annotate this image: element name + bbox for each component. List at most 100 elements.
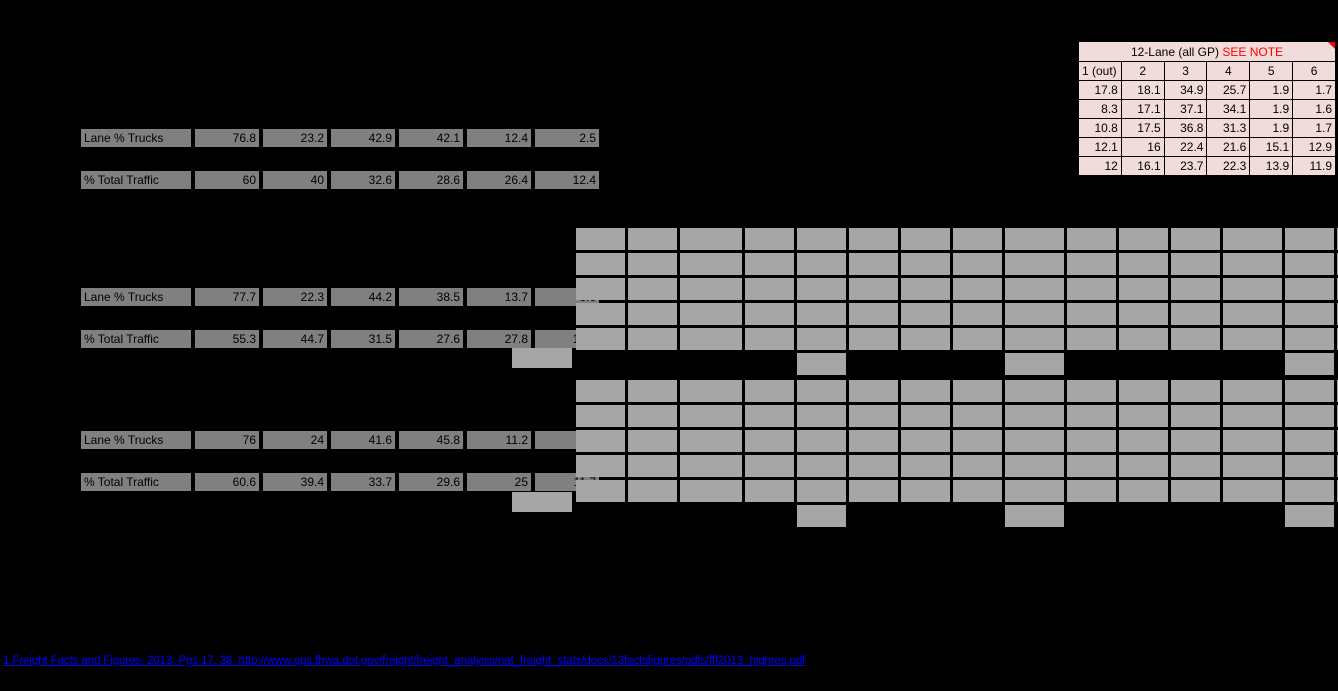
grid-cell[interactable] bbox=[901, 480, 950, 502]
grid-cell[interactable] bbox=[849, 303, 898, 325]
grid-cell[interactable] bbox=[797, 328, 846, 350]
grid-cell[interactable] bbox=[680, 405, 742, 427]
grid-cell[interactable] bbox=[1005, 253, 1064, 275]
grid-cell[interactable] bbox=[1223, 278, 1282, 300]
grid-cell-partial[interactable] bbox=[797, 353, 846, 375]
grid-cell-partial[interactable] bbox=[1005, 505, 1064, 527]
grid-cell[interactable] bbox=[901, 278, 950, 300]
grid-cell[interactable] bbox=[680, 455, 742, 477]
grid-cell[interactable] bbox=[576, 303, 625, 325]
grid-cell[interactable] bbox=[745, 253, 794, 275]
grid-cell[interactable] bbox=[745, 303, 794, 325]
grid-cell[interactable] bbox=[1005, 380, 1064, 402]
grid-cell[interactable] bbox=[1005, 480, 1064, 502]
grid-cell[interactable] bbox=[849, 430, 898, 452]
grid-cell[interactable] bbox=[797, 278, 846, 300]
grid-cell[interactable] bbox=[1171, 328, 1220, 350]
grid-cell[interactable] bbox=[797, 455, 846, 477]
grid-cell[interactable] bbox=[849, 480, 898, 502]
grid-cell[interactable] bbox=[1005, 430, 1064, 452]
grid-cell[interactable] bbox=[849, 455, 898, 477]
grid-cell[interactable] bbox=[628, 430, 677, 452]
grid-cell[interactable] bbox=[1223, 430, 1282, 452]
grid-cell[interactable] bbox=[745, 480, 794, 502]
grid-cell[interactable] bbox=[628, 328, 677, 350]
grid-cell[interactable] bbox=[745, 228, 794, 250]
grid-cell[interactable] bbox=[576, 328, 625, 350]
grid-cell[interactable] bbox=[953, 380, 1002, 402]
grid-cell[interactable] bbox=[1005, 455, 1064, 477]
grid-cell[interactable] bbox=[1119, 430, 1168, 452]
grid-cell[interactable] bbox=[1119, 253, 1168, 275]
grid-cell-partial[interactable] bbox=[1005, 353, 1064, 375]
grid-cell[interactable] bbox=[745, 455, 794, 477]
grid-cell[interactable] bbox=[628, 380, 677, 402]
grid-cell[interactable] bbox=[1067, 303, 1116, 325]
grid-cell[interactable] bbox=[953, 278, 1002, 300]
grid-cell[interactable] bbox=[1005, 228, 1064, 250]
grid-cell[interactable] bbox=[628, 303, 677, 325]
grid-cell[interactable] bbox=[1005, 328, 1064, 350]
grid-cell[interactable] bbox=[901, 253, 950, 275]
grid-cell[interactable] bbox=[1285, 480, 1334, 502]
grid-cell[interactable] bbox=[680, 480, 742, 502]
grid-cell[interactable] bbox=[576, 278, 625, 300]
grid-cell[interactable] bbox=[953, 480, 1002, 502]
grid-cell[interactable] bbox=[1119, 455, 1168, 477]
grid-cell[interactable] bbox=[1119, 480, 1168, 502]
grid-cell[interactable] bbox=[901, 328, 950, 350]
grid-cell[interactable] bbox=[628, 278, 677, 300]
grid-cell[interactable] bbox=[901, 430, 950, 452]
grid-cell[interactable] bbox=[1171, 430, 1220, 452]
grid-cell[interactable] bbox=[1067, 430, 1116, 452]
grid-cell[interactable] bbox=[1171, 405, 1220, 427]
grid-cell[interactable] bbox=[953, 303, 1002, 325]
grid-cell[interactable] bbox=[680, 380, 742, 402]
grid-cell[interactable] bbox=[1285, 328, 1334, 350]
grid-cell[interactable] bbox=[745, 430, 794, 452]
grid-cell[interactable] bbox=[1067, 278, 1116, 300]
grid-cell[interactable] bbox=[1171, 380, 1220, 402]
grid-cell[interactable] bbox=[849, 328, 898, 350]
grid-cell[interactable] bbox=[1067, 380, 1116, 402]
grid-cell[interactable] bbox=[1223, 455, 1282, 477]
grid-cell[interactable] bbox=[849, 228, 898, 250]
grid-cell[interactable] bbox=[576, 253, 625, 275]
grid-cell[interactable] bbox=[1171, 455, 1220, 477]
grid-cell[interactable] bbox=[797, 228, 846, 250]
grid-cell[interactable] bbox=[1067, 253, 1116, 275]
grid-cell[interactable] bbox=[628, 253, 677, 275]
grid-cell[interactable] bbox=[953, 405, 1002, 427]
grid-cell[interactable] bbox=[1223, 380, 1282, 402]
grid-cell[interactable] bbox=[1005, 303, 1064, 325]
grid-cell[interactable] bbox=[1285, 228, 1334, 250]
grid-cell[interactable] bbox=[680, 228, 742, 250]
grid-cell[interactable] bbox=[953, 430, 1002, 452]
grid-cell[interactable] bbox=[797, 380, 846, 402]
grid-cell[interactable] bbox=[849, 253, 898, 275]
grid-cell[interactable] bbox=[1285, 303, 1334, 325]
grid-cell[interactable] bbox=[1067, 328, 1116, 350]
grid-cell[interactable] bbox=[628, 405, 677, 427]
grid-cell[interactable] bbox=[1223, 328, 1282, 350]
grid-cell[interactable] bbox=[953, 253, 1002, 275]
grid-cell[interactable] bbox=[1223, 480, 1282, 502]
grid-cell[interactable] bbox=[1171, 278, 1220, 300]
grid-cell[interactable] bbox=[953, 328, 1002, 350]
grid-cell[interactable] bbox=[745, 328, 794, 350]
grid-cell[interactable] bbox=[1119, 228, 1168, 250]
grid-cell[interactable] bbox=[680, 328, 742, 350]
grid-cell[interactable] bbox=[1067, 480, 1116, 502]
grid-cell[interactable] bbox=[680, 278, 742, 300]
grid-cell[interactable] bbox=[953, 228, 1002, 250]
grid-cell-partial[interactable] bbox=[797, 505, 846, 527]
grid-cell[interactable] bbox=[901, 455, 950, 477]
grid-cell[interactable] bbox=[1119, 380, 1168, 402]
grid-cell[interactable] bbox=[797, 253, 846, 275]
grid-cell[interactable] bbox=[1067, 228, 1116, 250]
grid-cell[interactable] bbox=[1067, 455, 1116, 477]
grid-cell[interactable] bbox=[576, 380, 625, 402]
grid-cell[interactable] bbox=[1005, 278, 1064, 300]
grid-cell[interactable] bbox=[576, 480, 625, 502]
grid-cell[interactable] bbox=[680, 430, 742, 452]
